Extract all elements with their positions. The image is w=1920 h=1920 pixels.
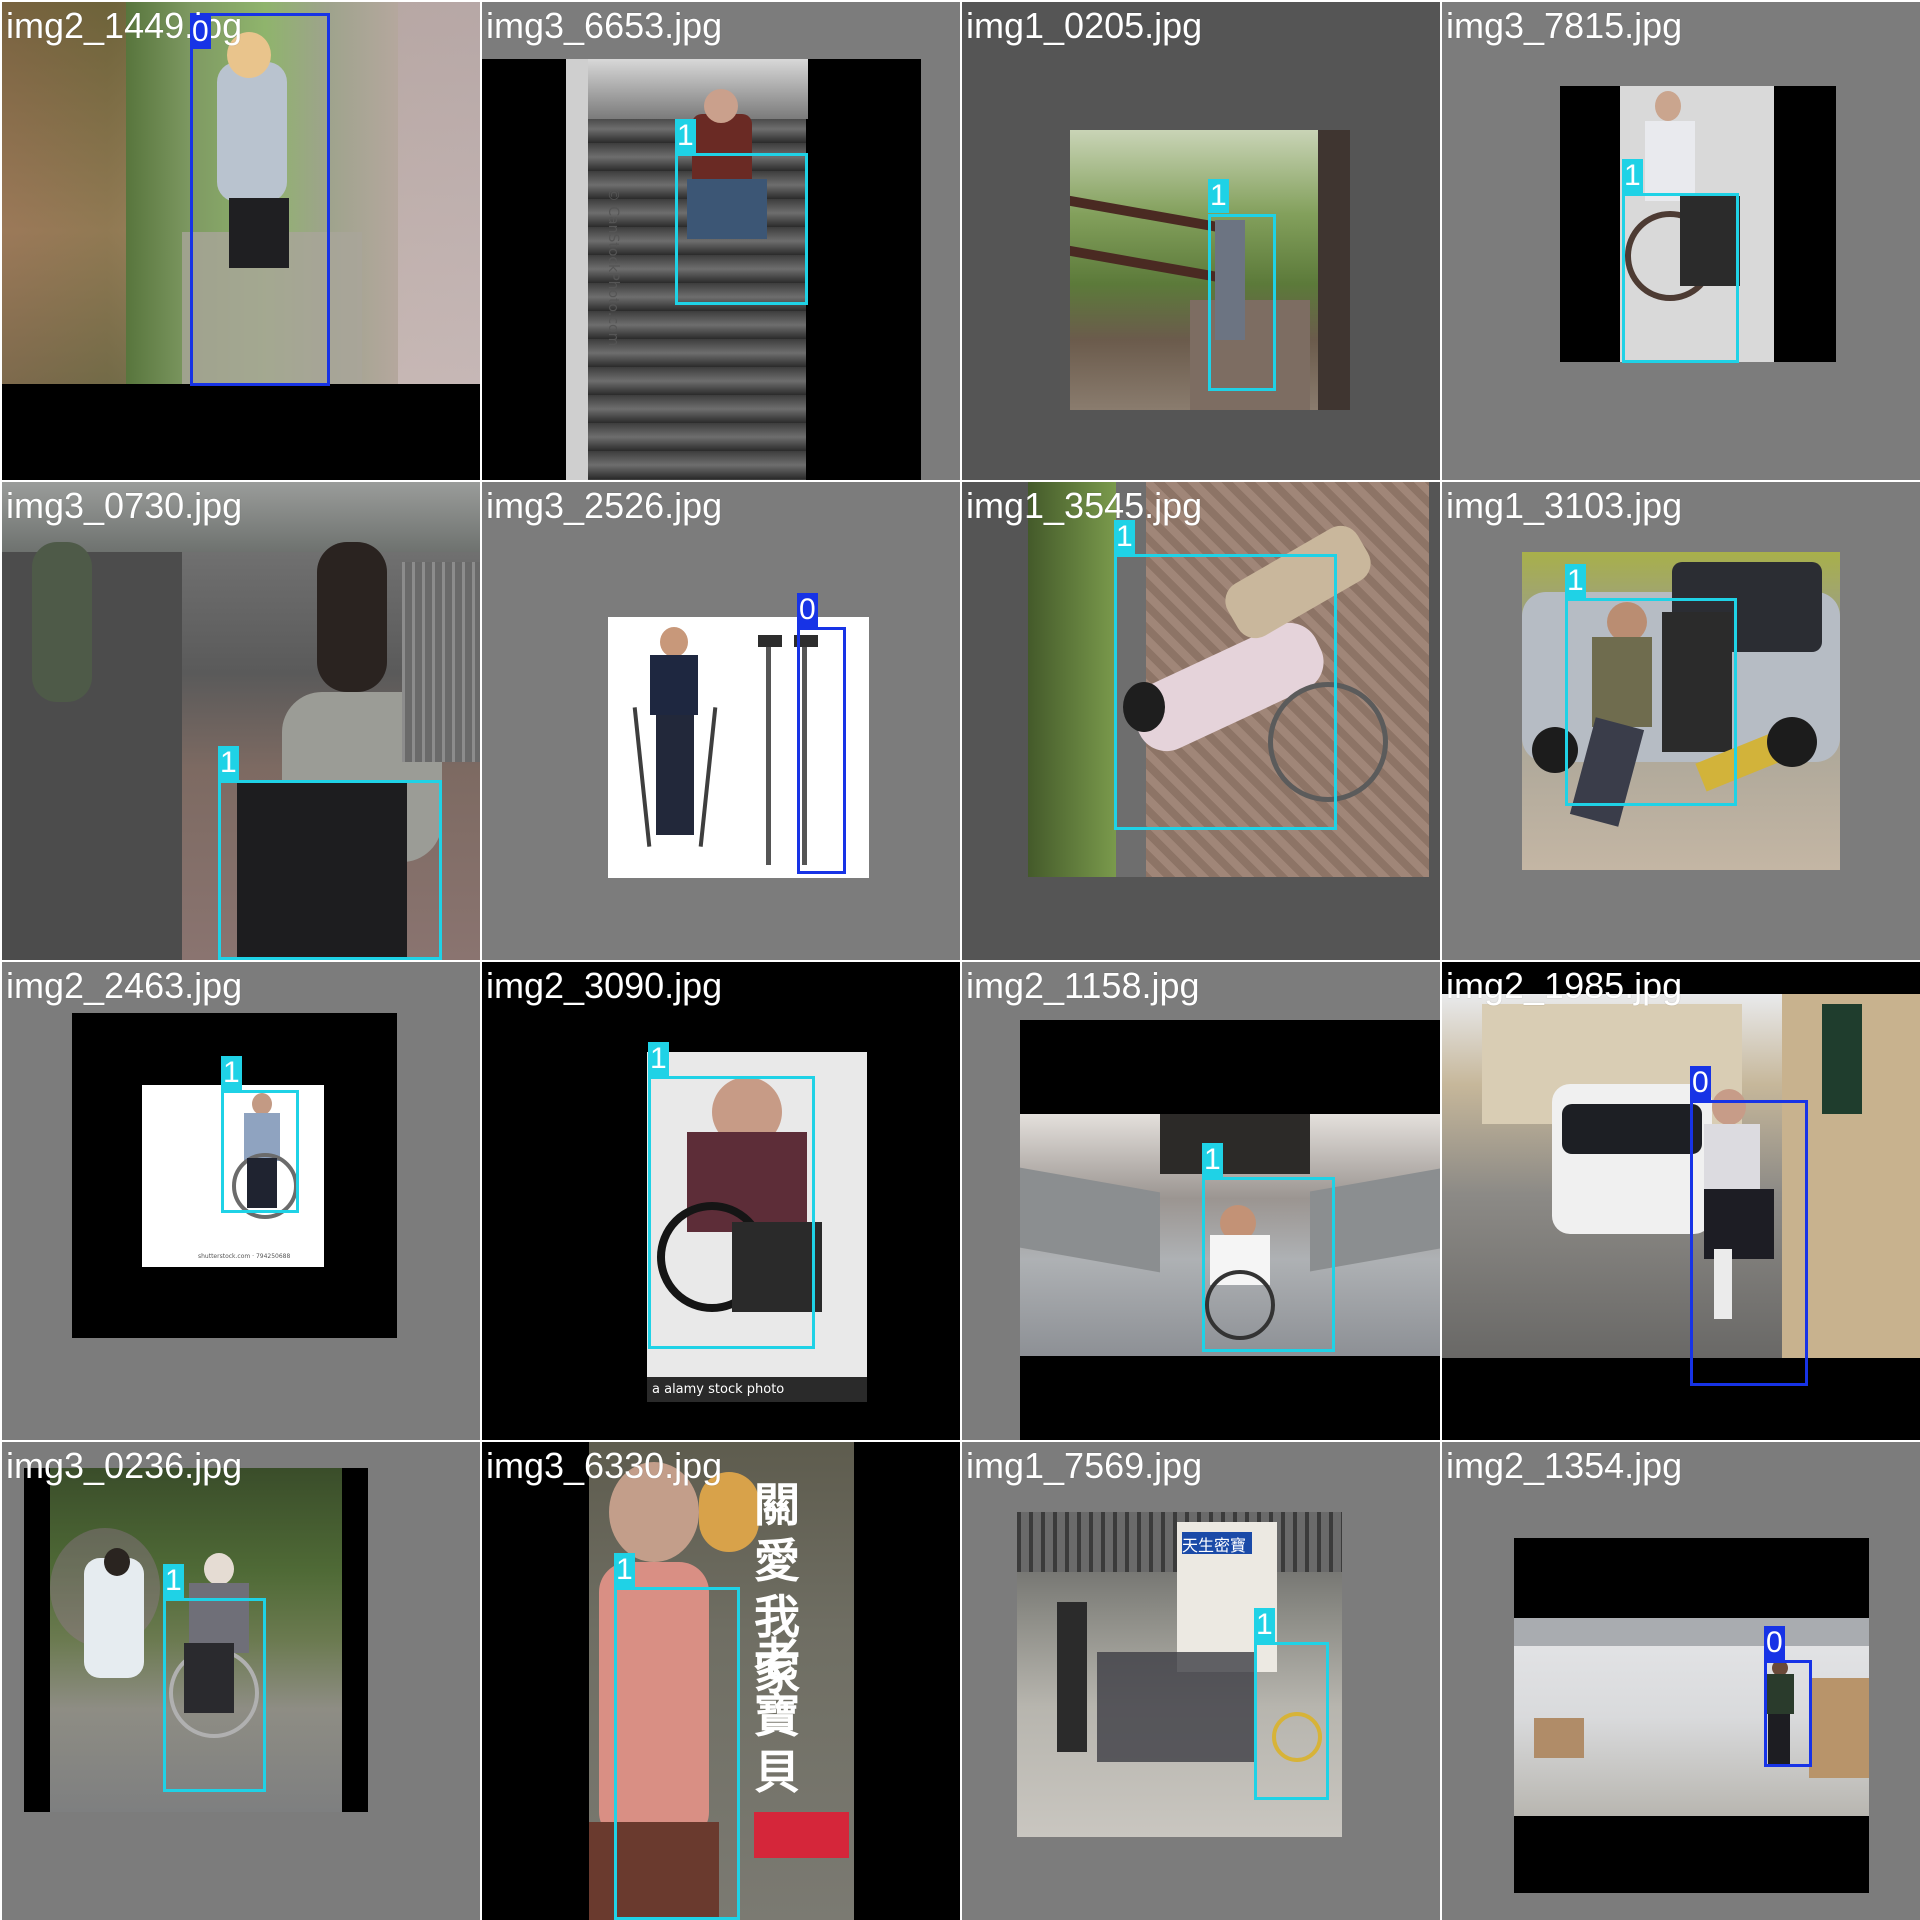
watermark-text: © CanStockPhoto.com (605, 187, 622, 347)
detection-box (1202, 1177, 1335, 1352)
tile-img1-7569[interactable]: 天生密寶 1 img1_7569.jpg (962, 1442, 1440, 1920)
tile-img3-0730[interactable]: 1 img3_0730.jpg (2, 482, 480, 960)
tile-filename: img1_3545.jpg (966, 485, 1203, 526)
tile-filename: img2_3090.jpg (486, 965, 723, 1006)
detection-box (675, 153, 808, 305)
class-label-1: 1 (163, 1564, 184, 1598)
batch-grid: 0 img2_1449.jpg © CanStockPhoto.com 1 im… (0, 0, 1920, 1920)
detection-box (1764, 1660, 1812, 1767)
detection-box (1565, 598, 1737, 806)
tile-filename: img2_1985.jpg (1446, 965, 1683, 1006)
tile-filename: img2_1354.jpg (1446, 1445, 1683, 1486)
class-label-1: 1 (675, 119, 696, 153)
tile-filename: img3_0236.jpg (6, 1445, 243, 1486)
tile-photo (1514, 1538, 1869, 1893)
watermark-text: shutterstock.com · 794250688 (198, 1253, 291, 1260)
class-label-0: 0 (1690, 1066, 1711, 1100)
tile-filename: img3_6653.jpg (486, 5, 723, 46)
tile-img3-7815[interactable]: 1 img3_7815.jpg (1442, 2, 1920, 480)
tile-filename: img3_2526.jpg (486, 485, 723, 526)
class-label-0: 0 (797, 593, 818, 627)
tile-img3-6330[interactable]: 關愛我家 老寶貝 1 img3_6330.jpg (482, 1442, 960, 1920)
detection-box (1622, 193, 1739, 363)
class-label-1: 1 (1565, 564, 1586, 598)
tile-img1-3103[interactable]: 1 img1_3103.jpg (1442, 482, 1920, 960)
tile-img2-1158[interactable]: 1 img2_1158.jpg (962, 962, 1440, 1440)
tile-filename: img1_0205.jpg (966, 5, 1203, 46)
detection-box (1690, 1100, 1808, 1386)
detection-box (1254, 1642, 1329, 1800)
tile-img2-3090[interactable]: a alamy stock photo 1 img2_3090.jpg (482, 962, 960, 1440)
tile-filename: img3_7815.jpg (1446, 5, 1683, 46)
detection-box (648, 1076, 815, 1349)
detection-box (221, 1090, 299, 1213)
watermark-text: a alamy stock photo (652, 1382, 785, 1397)
class-label-1: 1 (1202, 1143, 1223, 1177)
detection-box (218, 780, 442, 960)
tile-filename: img1_3103.jpg (1446, 485, 1683, 526)
class-label-0: 0 (1764, 1626, 1785, 1660)
detection-box (1114, 554, 1337, 830)
detection-box (1208, 214, 1276, 391)
class-label-1: 1 (614, 1553, 635, 1587)
class-label-1: 1 (1622, 159, 1643, 193)
tile-img1-3545[interactable]: 1 img1_3545.jpg (962, 482, 1440, 960)
tile-img2-1985[interactable]: 0 img2_1985.jpg (1442, 962, 1920, 1440)
class-label-1: 1 (1114, 520, 1135, 554)
class-label-0: 0 (190, 15, 211, 49)
tile-photo (1442, 994, 1920, 1358)
tile-img3-2526[interactable]: 0 img3_2526.jpg (482, 482, 960, 960)
class-label-1: 1 (218, 746, 239, 780)
detection-box (190, 13, 330, 386)
tile-img2-1354[interactable]: 0 img2_1354.jpg (1442, 1442, 1920, 1920)
tile-filename: img3_0730.jpg (6, 485, 243, 526)
class-label-1: 1 (1208, 179, 1229, 213)
tile-img3-0236[interactable]: 1 img3_0236.jpg (2, 1442, 480, 1920)
overlay-caption-2: 老寶貝 (754, 1633, 800, 1799)
tile-img3-6653[interactable]: © CanStockPhoto.com 1 img3_6653.jpg (482, 2, 960, 480)
detection-box (797, 627, 846, 874)
tile-filename: img2_1158.jpg (966, 965, 1200, 1006)
tile-img1-0205[interactable]: 1 img1_0205.jpg (962, 2, 1440, 480)
class-label-1: 1 (1254, 1608, 1275, 1642)
tile-filename: img1_7569.jpg (966, 1445, 1203, 1486)
booth-sign: 天生密寶 (1182, 1536, 1247, 1555)
class-label-1: 1 (221, 1056, 242, 1090)
tile-img2-2463[interactable]: shutterstock.com · 794250688 1 img2_2463… (2, 962, 480, 1440)
detection-box (614, 1587, 740, 1920)
tile-filename: img2_2463.jpg (6, 965, 243, 1006)
detection-box (163, 1598, 266, 1792)
tile-img2-1449[interactable]: 0 img2_1449.jpg (2, 2, 480, 480)
class-label-1: 1 (648, 1042, 669, 1076)
tile-filename: img3_6330.jpg (486, 1445, 723, 1486)
